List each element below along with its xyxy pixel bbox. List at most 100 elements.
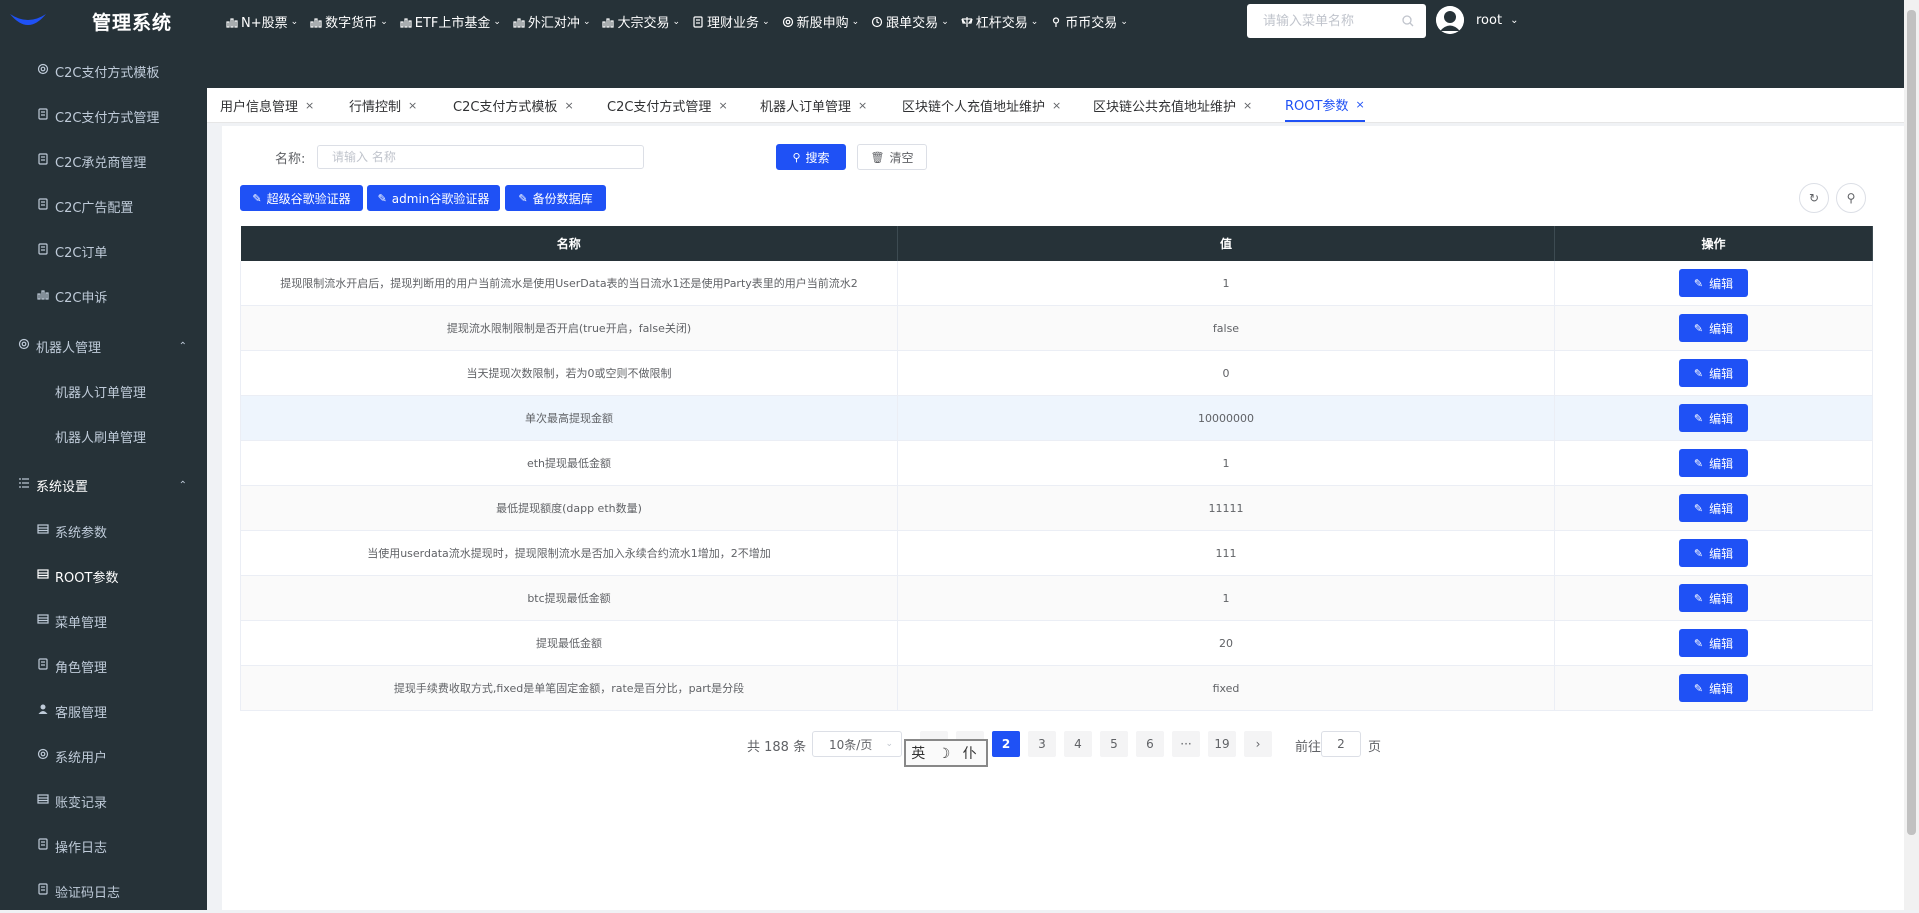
header-spacer <box>207 42 1904 88</box>
tab-6[interactable]: 区块链公共充值地址维护 × <box>1093 88 1252 122</box>
close-icon[interactable]: × <box>718 99 727 112</box>
topnav-item-1[interactable]: 数字货币 ⌄ <box>306 8 396 35</box>
sidebar-item-c2c-2[interactable]: C2C承兑商管理 <box>0 139 207 183</box>
chart-bar-icon <box>37 288 50 301</box>
edit-button[interactable]: ✎ 编辑 <box>1679 314 1748 342</box>
sidebar-item-system-7[interactable]: 操作日志 <box>0 824 207 868</box>
topnav-item-5[interactable]: 理财业务 ⌄ <box>688 8 778 35</box>
topnav-item-3[interactable]: 外汇对冲 ⌄ <box>509 8 599 35</box>
chart-bar-icon <box>400 16 412 28</box>
scrollbar-thumb[interactable] <box>1907 10 1916 835</box>
param-name-cell: 提现最低金额 <box>240 620 898 666</box>
tab-4[interactable]: 机器人订单管理 × <box>760 88 867 122</box>
sidebar-item-c2c-5[interactable]: C2C申诉 <box>0 274 207 318</box>
close-icon[interactable]: × <box>408 99 417 112</box>
sidebar-item-system-2[interactable]: 菜单管理 <box>0 599 207 643</box>
edit-button[interactable]: ✎ 编辑 <box>1679 449 1748 477</box>
toggle-search-button[interactable]: ⚲ <box>1836 183 1866 213</box>
tab-0[interactable]: 用户信息管理 × <box>220 88 314 122</box>
page-button-7[interactable]: 19 <box>1208 731 1236 757</box>
tab-5[interactable]: 区块链个人充值地址维护 × <box>902 88 1061 122</box>
edit-button[interactable]: ✎ 编辑 <box>1679 674 1748 702</box>
page-button-5[interactable]: 6 <box>1136 731 1164 757</box>
close-icon[interactable]: × <box>564 99 573 112</box>
param-name-cell: 当天提现次数限制，若为0或空则不做限制 <box>240 350 898 396</box>
tab-label: 区块链个人充值地址维护 <box>902 99 1046 115</box>
menu-search-input[interactable] <box>1261 12 1405 30</box>
topnav-item-0[interactable]: N+股票 ⌄ <box>222 8 306 35</box>
search-button[interactable]: ⚲ 搜索 <box>776 144 846 170</box>
tab-label: 行情控制 <box>349 99 402 115</box>
topnav-label: 理财业务 <box>707 16 760 31</box>
page-button-1[interactable]: 2 <box>992 731 1020 757</box>
refresh-button[interactable]: ↻ <box>1799 183 1829 213</box>
close-icon[interactable]: × <box>1052 99 1061 112</box>
topnav-item-6[interactable]: 新股申购 ⌄ <box>778 8 868 35</box>
tab-3[interactable]: C2C支付方式管理 × <box>607 88 728 122</box>
topnav-label: 跟单交易 <box>886 16 939 31</box>
sidebar-item-c2c-1[interactable]: C2C支付方式管理 <box>0 94 207 138</box>
edit-icon: ✎ <box>252 191 262 205</box>
super-google-authenticator-button[interactable]: ✎ 超级谷歌验证器 <box>240 185 363 211</box>
app-logo[interactable]: 管理系统 <box>0 0 207 42</box>
sidebar-item-system-0[interactable]: 系统参数 <box>0 509 207 553</box>
close-icon[interactable]: × <box>858 99 867 112</box>
next-page-button[interactable]: › <box>1244 731 1272 757</box>
clear-button[interactable]: 🗑 清空 <box>857 144 927 170</box>
sidebar-item-c2c-3[interactable]: C2C广告配置 <box>0 184 207 228</box>
sidebar-item-robot-1[interactable]: 机器人刷单管理 <box>0 414 207 458</box>
edit-button[interactable]: ✎ 编辑 <box>1679 539 1748 567</box>
page-button-4[interactable]: 5 <box>1100 731 1128 757</box>
edit-button[interactable]: ✎ 编辑 <box>1679 359 1748 387</box>
sidebar-item-system-3[interactable]: 角色管理 <box>0 644 207 688</box>
sidebar-item-label: ROOT参数 <box>55 570 119 586</box>
close-icon[interactable]: × <box>305 99 314 112</box>
topnav-item-7[interactable]: 跟单交易 ⌄ <box>867 8 957 35</box>
close-icon[interactable]: × <box>1243 99 1252 112</box>
topnav-item-4[interactable]: 大宗交易 ⌄ <box>598 8 688 35</box>
tab-1[interactable]: 行情控制 × <box>349 88 417 122</box>
sidebar-item-system-5[interactable]: 系统用户 <box>0 734 207 778</box>
pagination: 共 188 条 10条/页 ⌄ ‹ 前往 页 123456···19› <box>222 730 1904 758</box>
backup-database-button[interactable]: ✎ 备份数据库 <box>505 185 606 211</box>
sidebar-item-system-4[interactable]: 客服管理 <box>0 689 207 733</box>
sidebar-item-system-1[interactable]: ROOT参数 <box>0 554 207 598</box>
user-menu[interactable]: root ⌄ <box>1436 6 1518 34</box>
topnav-item-8[interactable]: 杠杆交易 ⌄ <box>957 8 1047 35</box>
topnav-item-9[interactable]: 币币交易 ⌄ <box>1046 8 1136 35</box>
edit-button[interactable]: ✎ 编辑 <box>1679 269 1748 297</box>
gear-icon <box>18 338 31 351</box>
table-row: eth提现最低金额 1 ✎ 编辑 <box>240 440 1873 486</box>
tab-7[interactable]: ROOT参数 × <box>1285 88 1365 122</box>
tab-2[interactable]: C2C支付方式模板 × <box>453 88 574 122</box>
name-filter-input[interactable] <box>317 145 644 169</box>
document-icon <box>37 838 50 851</box>
goto-page-input[interactable] <box>1321 731 1361 757</box>
page-button-3[interactable]: 4 <box>1064 731 1092 757</box>
admin-google-label: admin谷歌验证器 <box>391 191 490 206</box>
topnav-item-2[interactable]: ETF上市基金 ⌄ <box>396 8 509 35</box>
chevron-up-icon: ⌃ <box>178 479 187 491</box>
chevron-down-icon: ⌄ <box>290 16 299 27</box>
sidebar-group-system[interactable]: 系统设置 ⌃ <box>0 463 207 507</box>
page-button-2[interactable]: 3 <box>1028 731 1056 757</box>
edit-button[interactable]: ✎ 编辑 <box>1679 404 1748 432</box>
edit-button[interactable]: ✎ 编辑 <box>1679 494 1748 522</box>
close-icon[interactable]: × <box>1355 98 1364 111</box>
sidebar-item-robot-0[interactable]: 机器人订单管理 <box>0 369 207 413</box>
sidebar-item-c2c-0[interactable]: C2C支付方式模板 <box>0 49 207 93</box>
edit-button[interactable]: ✎ 编辑 <box>1679 584 1748 612</box>
sidebar-item-system-6[interactable]: 账变记录 <box>0 779 207 823</box>
admin-google-authenticator-button[interactable]: ✎ admin谷歌验证器 <box>367 185 500 211</box>
sidebar-item-c2c-4[interactable]: C2C订单 <box>0 229 207 273</box>
chart-bar-icon <box>602 16 615 28</box>
sidebar-group-robot[interactable]: 机器人管理 ⌃ <box>0 324 207 368</box>
page-size-select[interactable]: 10条/页 ⌄ <box>812 731 902 757</box>
clock-icon <box>871 16 883 28</box>
edit-icon: ✎ <box>1693 681 1704 695</box>
edit-button[interactable]: ✎ 编辑 <box>1679 629 1748 657</box>
sidebar-item-system-8[interactable]: 验证码日志 <box>0 869 207 913</box>
page-button-6[interactable]: ··· <box>1172 731 1200 757</box>
page-scrollbar[interactable] <box>1904 0 1919 910</box>
search-icon[interactable] <box>1402 15 1414 27</box>
